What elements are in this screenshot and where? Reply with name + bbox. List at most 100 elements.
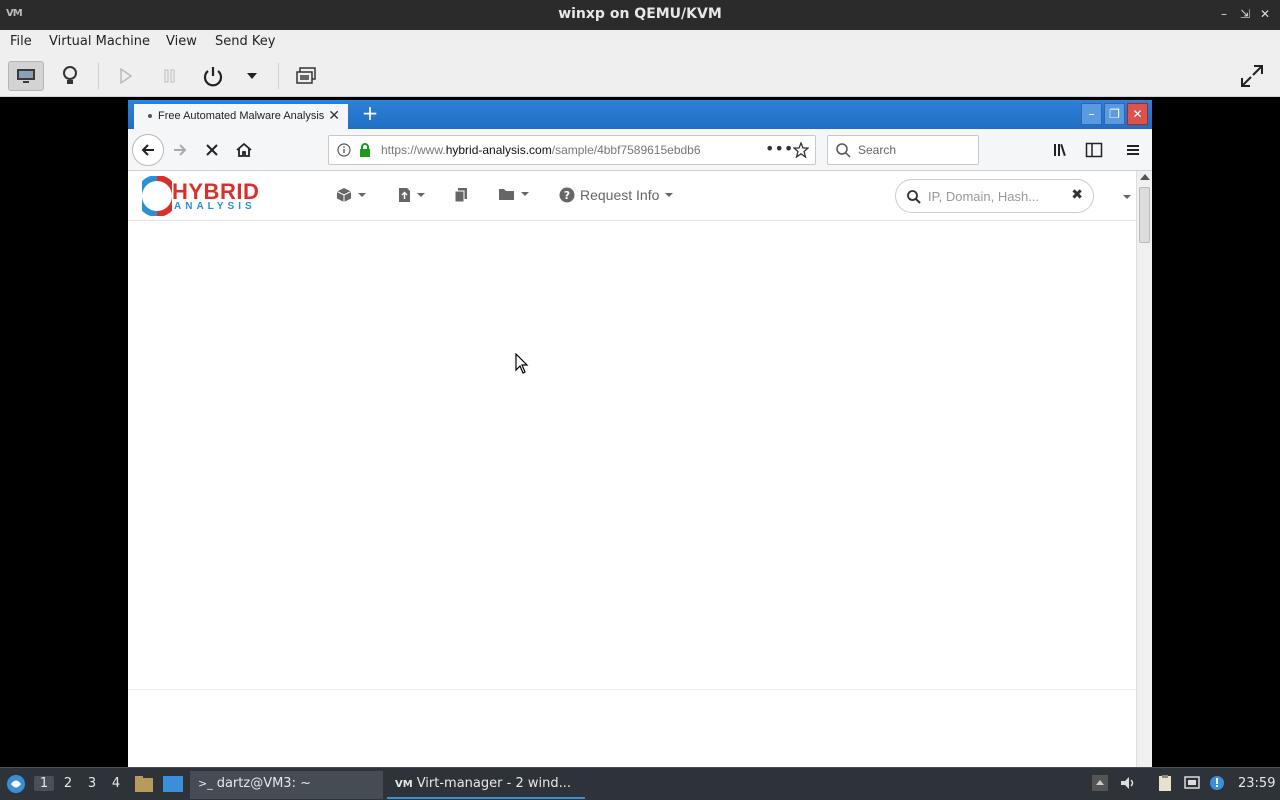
forward-button[interactable] [164, 134, 196, 166]
firefox-window: Free Automated Malware Analysis ✕ + – ❐ … [128, 100, 1152, 767]
folder-icon [499, 189, 514, 200]
site-search-placeholder: IP, Domain, Hash... [928, 189, 1040, 204]
nav-request-info-dropdown[interactable]: ? Request Info [559, 187, 674, 203]
search-bar[interactable]: Search [827, 135, 979, 165]
search-icon [907, 190, 921, 204]
task-terminal[interactable]: >_ dartz@VM3: ~ [190, 771, 383, 799]
shutdown-menu-button[interactable] [234, 61, 270, 91]
desktop-icon[interactable] [162, 775, 184, 793]
nav-sandbox-dropdown[interactable] [336, 187, 366, 203]
back-button[interactable] [132, 134, 164, 166]
console-button[interactable] [8, 61, 44, 91]
file-manager-icon[interactable] [134, 775, 154, 793]
file-upload-icon [399, 188, 410, 202]
nav-file-dropdown[interactable] [398, 187, 425, 203]
home-icon [236, 142, 252, 157]
svg-text:?: ? [564, 189, 570, 202]
mouse-cursor-icon [515, 353, 529, 374]
ff-close-icon[interactable]: ✕ [1127, 103, 1148, 125]
terminal-icon: >_ [198, 777, 213, 790]
nav-files[interactable] [454, 187, 468, 203]
virt-manager-icon: VM [395, 779, 413, 790]
task-virt-manager[interactable]: VM Virt-manager - 2 wind... [387, 771, 585, 799]
menu-file[interactable]: File [10, 34, 32, 49]
lightbulb-icon [63, 66, 77, 84]
chevron-down-icon [358, 193, 366, 197]
new-tab-button[interactable]: + [358, 102, 382, 126]
vertical-scrollbar[interactable] [1136, 171, 1152, 767]
minimize-icon[interactable]: – [1215, 5, 1233, 23]
loading-dot-icon [148, 114, 152, 118]
task-terminal-label: dartz@VM3: ~ [216, 776, 311, 791]
site-search-input[interactable]: IP, Domain, Hash... ✖ [895, 179, 1094, 213]
info-icon [337, 143, 351, 157]
library-icon [1054, 143, 1066, 157]
copy-files-icon [454, 188, 467, 203]
menu-button[interactable] [1117, 134, 1149, 166]
start-menu-icon[interactable] [6, 774, 26, 794]
chevron-down-icon [417, 193, 425, 197]
close-tab-icon[interactable]: ✕ [328, 108, 340, 124]
library-button[interactable] [1045, 134, 1077, 166]
pause-button[interactable] [152, 61, 188, 91]
monitor-icon [17, 69, 35, 83]
page-content[interactable]: HYBRID ANALYSIS ? Request Info IP, Domai… [128, 171, 1136, 767]
chevron-down-icon [665, 193, 674, 197]
clear-search-icon[interactable]: ✖ [1071, 187, 1083, 203]
tab-bar: Free Automated Malware Analysis ✕ + – ❐ … [128, 100, 1152, 129]
search-icon [836, 143, 851, 158]
power-icon [203, 67, 223, 87]
logo-subtext: ANALYSIS [174, 201, 256, 212]
clock: 23:59 [1238, 776, 1276, 791]
window-title: winxp on QEMU/KVM [558, 6, 722, 22]
sidebar-toggle-button[interactable] [1078, 134, 1110, 166]
fullscreen-button[interactable] [1234, 61, 1270, 91]
url-path: /sample/4bbf7589615ebdb6 [551, 143, 701, 157]
clipboard-icon[interactable] [1156, 774, 1174, 792]
network-icon[interactable] [1183, 774, 1201, 792]
workspace-1[interactable]: 1 [34, 776, 54, 791]
tray-up-icon[interactable] [1091, 774, 1109, 792]
toolbar-separator [278, 63, 279, 89]
cube-icon [336, 188, 352, 202]
workspace-2[interactable]: 2 [58, 776, 78, 791]
home-button[interactable] [228, 134, 260, 166]
hybrid-analysis-logo-icon[interactable] [142, 176, 172, 216]
menu-view[interactable]: View [166, 34, 197, 49]
url-domain: hybrid-analysis.com [445, 143, 552, 157]
scroll-thumb[interactable] [1139, 187, 1150, 243]
chevron-down-icon[interactable] [1123, 195, 1131, 199]
details-button[interactable] [52, 61, 88, 91]
close-icon[interactable]: ✕ [1256, 5, 1274, 23]
screenshot-button[interactable] [288, 61, 324, 91]
ff-minimize-icon[interactable]: – [1081, 103, 1102, 125]
host-titlebar: VM winxp on QEMU/KVM – ⇲ ✕ [0, 0, 1280, 30]
bookmark-star-icon[interactable] [793, 142, 809, 158]
site-navbar: HYBRID ANALYSIS ? Request Info IP, Domai… [128, 171, 1136, 221]
stop-button[interactable] [196, 134, 228, 166]
browser-tab[interactable]: Free Automated Malware Analysis ✕ [134, 102, 348, 129]
volume-icon[interactable] [1119, 774, 1137, 792]
workspace-3[interactable]: 3 [82, 776, 102, 791]
run-button[interactable] [108, 61, 144, 91]
maximize-icon[interactable]: ⇲ [1236, 5, 1254, 23]
screenshot-icon [296, 67, 316, 84]
tab-title: Free Automated Malware Analysis [158, 110, 325, 122]
workspace-4[interactable]: 4 [106, 776, 126, 791]
question-circle-icon: ? [559, 187, 575, 203]
menu-virtual-machine[interactable]: Virtual Machine [49, 34, 150, 49]
hamburger-menu-icon [1127, 145, 1139, 155]
nav-collections-dropdown[interactable] [498, 187, 529, 201]
scroll-up-icon[interactable] [1140, 174, 1150, 180]
play-icon [120, 68, 133, 84]
url-bar[interactable]: https://www.hybrid-analysis.com/sample/4… [328, 135, 816, 165]
forward-arrow-icon [174, 144, 187, 156]
shutdown-button[interactable] [195, 61, 231, 91]
footer-divider [128, 689, 1136, 690]
ff-restore-icon[interactable]: ❐ [1104, 103, 1125, 125]
host-menubar: File Virtual Machine View Send Key [0, 30, 1280, 55]
page-actions-icon[interactable]: ••• [765, 139, 793, 158]
notification-icon[interactable] [1208, 774, 1226, 792]
chevron-down-icon [521, 192, 529, 196]
menu-send-key[interactable]: Send Key [215, 34, 275, 49]
